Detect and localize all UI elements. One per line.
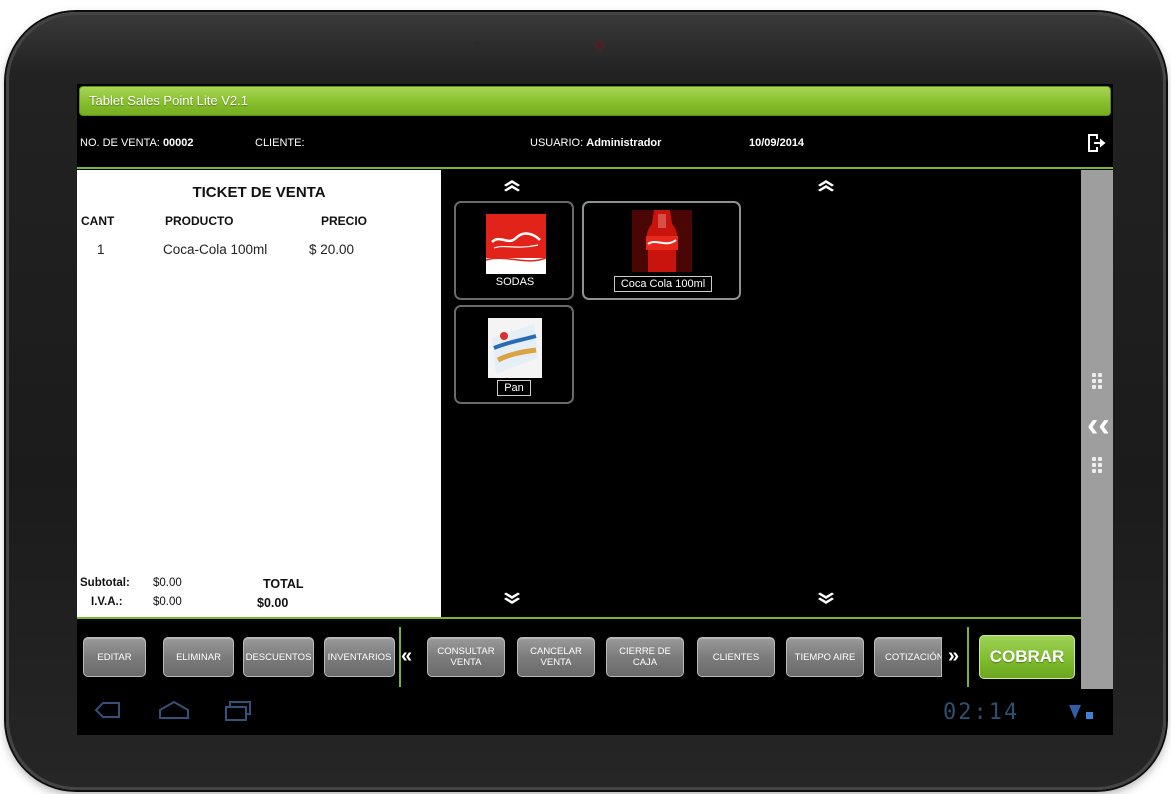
categories-scroll-up-icon[interactable]	[501, 178, 523, 192]
date-value: 10/09/2014	[749, 137, 805, 149]
current-date: 10/09/2014	[749, 137, 804, 149]
subtotal-label-text: Subtotal:	[80, 577, 130, 589]
bread-package-icon	[488, 318, 542, 378]
toolbar-separator	[399, 627, 401, 687]
column-header-price: PRECIO	[321, 214, 368, 228]
clients-button[interactable]: CLIENTES	[697, 637, 775, 677]
airtime-button[interactable]: TIEMPO AIRE	[786, 637, 864, 677]
home-icon[interactable]	[157, 700, 191, 720]
category-label: Pan	[497, 380, 531, 396]
iva-value: $0.00	[153, 596, 182, 608]
iva-label-text: I.V.A.:	[91, 596, 123, 608]
cancel-sale-button[interactable]: CANCELAR VENTA	[517, 637, 595, 677]
app-screen: Tablet Sales Point Lite V2.1 NO. DE VENT…	[77, 84, 1113, 735]
sale-number: NO. DE VENTA: 00002	[80, 137, 194, 149]
total-value-text: $0.00	[257, 596, 289, 610]
back-icon[interactable]	[93, 700, 121, 720]
products-scroll-down-icon[interactable]	[815, 592, 837, 606]
header-divider	[77, 167, 1113, 169]
total-label-text: TOTAL	[263, 577, 304, 591]
toolbar-scroll-left-icon[interactable]: «	[401, 645, 412, 668]
system-nav-bar: 02:14	[77, 690, 1113, 735]
app-title-bar: Tablet Sales Point Lite V2.1	[79, 86, 1111, 116]
category-label: SODAS	[489, 275, 541, 289]
user-info: USUARIO: Administrador	[530, 137, 661, 149]
row-price: $ 20.00	[309, 242, 355, 257]
row-product: Coca-Cola 100ml	[163, 242, 268, 257]
consult-sale-button[interactable]: CONSULTAR VENTA	[427, 637, 505, 677]
grip-dots-icon	[1091, 372, 1103, 390]
row-qty: 1	[97, 242, 105, 257]
ticket-panel: TICKET DE VENTA CANT PRODUCTO PRECIO 1 C…	[77, 170, 441, 617]
clock-display: 02:14	[943, 700, 1020, 725]
product-grid: SODAS Coca Cola 100ml Pan	[441, 170, 1081, 617]
category-sodas-tile[interactable]: SODAS	[454, 201, 574, 300]
ticket-title: TICKET DE VENTA	[192, 184, 326, 201]
grip-dots-icon	[1091, 456, 1103, 474]
product-label: Coca Cola 100ml	[614, 276, 712, 292]
coca-cola-bottle-icon	[632, 210, 692, 272]
total-label: TOTAL	[263, 577, 304, 591]
product-coca-cola-tile[interactable]: Coca Cola 100ml	[582, 201, 741, 300]
user-value: Administrador	[586, 137, 662, 149]
toolbar-divider	[77, 617, 1081, 619]
inventory-button[interactable]: INVENTARIOS	[324, 637, 395, 677]
logout-icon[interactable]	[1085, 132, 1107, 154]
client-label: CLIENTE:	[255, 137, 305, 149]
double-chevron-left-icon[interactable]: ‹‹	[1087, 408, 1110, 442]
column-header-product: PRODUCTO	[165, 214, 234, 228]
sale-number-value: 00002	[162, 137, 194, 149]
coca-cola-logo-icon	[486, 214, 546, 274]
column-header-qty: CANT	[81, 214, 115, 228]
camera-icon	[596, 42, 603, 49]
toolbar-separator	[967, 627, 969, 687]
edit-button[interactable]: EDITAR	[83, 637, 146, 677]
sale-info-bar: NO. DE VENTA: 00002 CLIENTE: USUARIO: Ad…	[77, 120, 1113, 166]
total-value: $0.00	[257, 596, 288, 610]
client-field[interactable]: CLIENTE:	[255, 137, 305, 149]
wifi-signal-icon	[1069, 705, 1093, 719]
cash-close-button[interactable]: CIERRE DE CAJA	[606, 637, 684, 677]
categories-scroll-down-icon[interactable]	[501, 592, 523, 606]
sensor-icon	[473, 42, 480, 49]
products-scroll-up-icon[interactable]	[815, 178, 837, 192]
quotation-button[interactable]: COTIZACIÓN	[874, 637, 942, 677]
category-pan-tile[interactable]: Pan	[454, 305, 574, 404]
toolbar-scroll-right-icon[interactable]: »	[948, 645, 959, 668]
delete-button[interactable]: ELIMINAR	[163, 637, 234, 677]
side-drawer-handle[interactable]: ‹‹	[1081, 170, 1113, 689]
user-label: USUARIO:	[530, 137, 584, 149]
iva-label: I.V.A.:	[91, 596, 123, 608]
app-title: Tablet Sales Point Lite V2.1	[89, 93, 248, 108]
subtotal-value: $0.00	[153, 577, 182, 589]
discounts-button[interactable]: DESCUENTOS	[243, 637, 314, 677]
subtotal-label: Subtotal:	[80, 577, 130, 589]
recent-apps-icon[interactable]	[223, 700, 253, 722]
bottom-toolbar: EDITAR ELIMINAR DESCUENTOS INVENTARIOS «…	[77, 621, 1081, 691]
charge-button[interactable]: COBRAR	[979, 635, 1075, 679]
sale-number-label: NO. DE VENTA:	[80, 137, 160, 149]
